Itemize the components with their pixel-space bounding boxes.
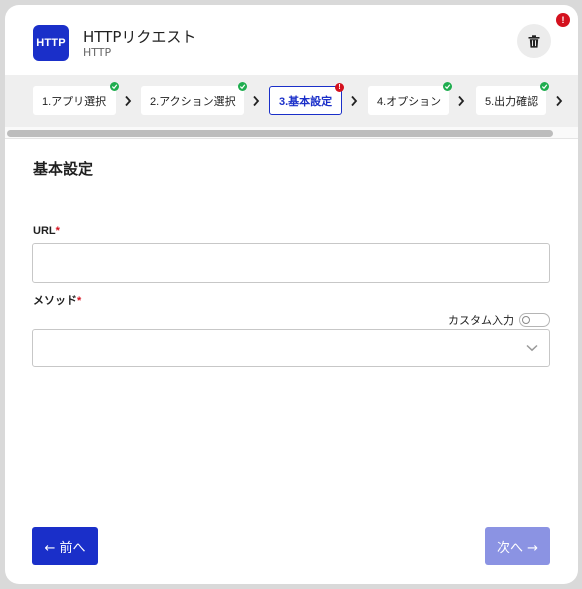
chevron-down-icon bbox=[526, 344, 538, 352]
step-label: 5.出力確認 bbox=[485, 95, 539, 108]
error-alert-badge: ! bbox=[556, 13, 570, 27]
required-mark: * bbox=[55, 225, 60, 237]
check-icon bbox=[540, 82, 549, 91]
custom-input-toggle[interactable] bbox=[519, 313, 550, 327]
step-label: 3.基本設定 bbox=[279, 95, 333, 108]
app-title: HTTPリクエスト bbox=[83, 28, 197, 46]
custom-input-toggle-row: カスタム入力 bbox=[448, 312, 550, 328]
trash-icon bbox=[528, 34, 540, 48]
chevron-right-icon bbox=[253, 95, 260, 107]
check-icon bbox=[443, 82, 452, 91]
next-button-label: 次へ → bbox=[496, 540, 539, 556]
prev-button[interactable]: ← 前へ bbox=[32, 527, 98, 565]
custom-input-label: カスタム入力 bbox=[448, 315, 514, 327]
step-options[interactable]: 4.オプション bbox=[368, 82, 452, 115]
url-input[interactable] bbox=[32, 243, 550, 283]
http-app-icon: HTTP bbox=[33, 25, 69, 61]
step-basic-settings[interactable]: 3.基本設定 ! bbox=[269, 83, 344, 115]
horizontal-scrollbar[interactable] bbox=[5, 127, 578, 139]
method-select[interactable] bbox=[32, 329, 550, 367]
error-icon: ! bbox=[335, 83, 344, 92]
chevron-right-icon bbox=[125, 95, 132, 107]
scrollbar-thumb[interactable] bbox=[7, 130, 553, 137]
step-navigation: 1.アプリ選択 2.アクション選択 3.基本設定 ! 4.オプション 5.出力確… bbox=[5, 75, 578, 127]
prev-button-label: ← 前へ bbox=[44, 540, 86, 556]
app-config-panel: HTTP HTTPリクエスト HTTP ! 1.アプリ選択 2.アクション選択 bbox=[5, 5, 578, 584]
next-button[interactable]: 次へ → bbox=[485, 527, 550, 565]
check-icon bbox=[238, 82, 247, 91]
chevron-right-icon bbox=[556, 95, 563, 107]
section-title: 基本設定 bbox=[33, 160, 94, 178]
app-subtitle: HTTP bbox=[83, 46, 112, 59]
step-label: 1.アプリ選択 bbox=[42, 95, 107, 108]
step-output-check[interactable]: 5.出力確認 bbox=[476, 82, 549, 115]
step-action-select[interactable]: 2.アクション選択 bbox=[141, 82, 247, 115]
chevron-right-icon bbox=[351, 95, 358, 107]
chevron-right-icon bbox=[458, 95, 465, 107]
required-mark: * bbox=[77, 295, 82, 307]
url-label: URL* bbox=[33, 225, 60, 237]
toggle-knob bbox=[522, 316, 530, 324]
step-app-select[interactable]: 1.アプリ選択 bbox=[33, 82, 119, 115]
delete-button[interactable] bbox=[517, 24, 551, 58]
method-label: メソッド* bbox=[33, 295, 82, 307]
step-label: 2.アクション選択 bbox=[150, 95, 236, 108]
check-icon bbox=[110, 82, 119, 91]
step-label: 4.オプション bbox=[377, 95, 442, 108]
